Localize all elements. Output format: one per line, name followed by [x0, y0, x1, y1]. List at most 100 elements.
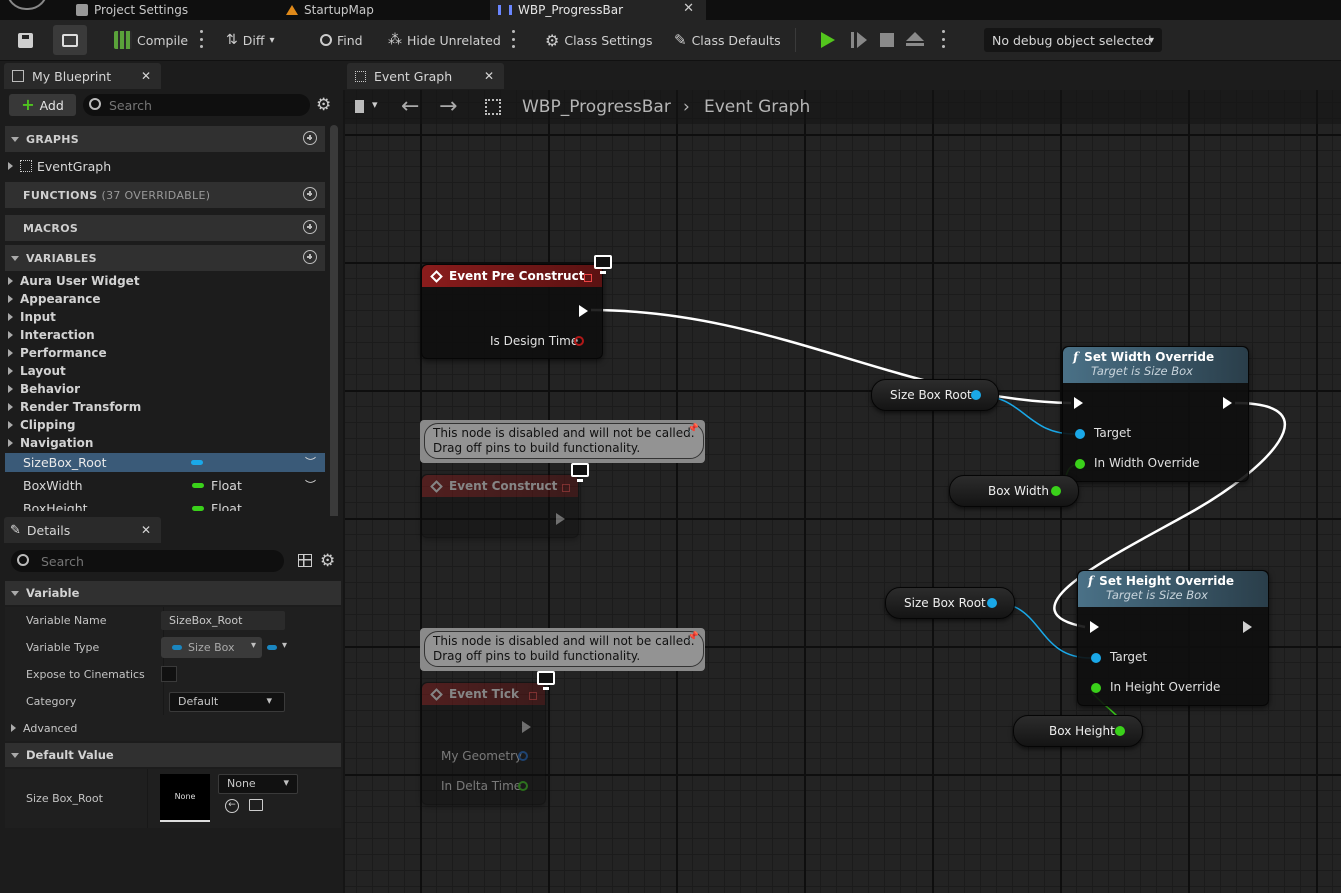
box-height-getter-node[interactable]: Box Height — [1013, 715, 1143, 747]
details-tab[interactable]: ✎ Details ✕ — [4, 517, 161, 543]
blueprint-scrollbar[interactable] — [330, 125, 338, 525]
default-value-section-header[interactable]: Default Value — [5, 743, 341, 767]
event-tick-node[interactable]: Event Tick My Geometry In Delta Time — [421, 682, 546, 805]
bool-pin[interactable] — [574, 336, 584, 346]
tab-startup-map[interactable]: StartupMap — [282, 0, 486, 20]
exec-out-pin[interactable] — [1243, 621, 1252, 633]
debug-object-dropdown[interactable]: No debug object selected ▾ — [984, 28, 1162, 52]
set-height-override-node[interactable]: f Set Height Override Target is Size Box… — [1077, 570, 1269, 706]
add-function-icon[interactable] — [303, 187, 317, 201]
set-width-override-node[interactable]: f Set Width Override Target is Size Box … — [1062, 346, 1249, 482]
close-icon[interactable]: ✕ — [484, 69, 494, 83]
table-view-icon[interactable] — [298, 554, 312, 567]
struct-pin[interactable] — [518, 751, 528, 761]
category-layout[interactable]: Layout — [8, 362, 66, 380]
float-in-pin[interactable] — [1075, 459, 1085, 469]
object-in-pin[interactable] — [1091, 653, 1101, 663]
play-button[interactable] — [821, 32, 835, 48]
exec-out-pin[interactable] — [556, 513, 565, 525]
size-box-root-getter-node[interactable]: Size Box Root — [871, 379, 999, 411]
exec-out-pin[interactable] — [579, 305, 588, 317]
exec-out-pin[interactable] — [1223, 397, 1232, 409]
compile-options-menu[interactable] — [199, 30, 203, 48]
container-type-dropdown[interactable]: ▾ — [265, 637, 297, 658]
unreal-logo-icon[interactable] — [6, 0, 48, 10]
find-button[interactable]: Find — [320, 28, 363, 52]
event-graph-tab[interactable]: Event Graph ✕ — [347, 63, 504, 89]
diff-button[interactable]: ⇅ Diff ▾ — [226, 28, 274, 52]
event-graph-item[interactable]: EventGraph — [8, 157, 111, 175]
class-defaults-button[interactable]: ✎ Class Defaults — [674, 28, 781, 52]
close-icon[interactable]: ✕ — [683, 1, 694, 16]
add-graph-icon[interactable] — [303, 131, 317, 145]
save-button[interactable] — [10, 28, 40, 52]
variable-row-boxwidth[interactable]: BoxWidth Float ︶ — [5, 476, 325, 495]
pin-comment-icon[interactable]: 📌 — [688, 424, 699, 434]
variable-type-dropdown[interactable]: Size Box ▾ — [161, 637, 262, 658]
close-icon[interactable]: ✕ — [141, 523, 151, 537]
use-selected-arrow-icon[interactable]: ← — [225, 799, 239, 813]
tab-wbp-progressbar[interactable]: WBP_ProgressBar ✕ — [490, 0, 706, 20]
compile-button[interactable]: Compile — [114, 28, 188, 52]
hide-unrelated-button[interactable]: ⁂ Hide Unrelated — [388, 28, 501, 52]
add-macro-icon[interactable] — [303, 220, 317, 234]
category-render-transform[interactable]: Render Transform — [8, 398, 141, 416]
asset-picker-dropdown[interactable]: None ▾ — [218, 774, 298, 794]
category-aura-user-widget[interactable]: Aura User Widget — [8, 272, 140, 290]
browse-button[interactable] — [53, 25, 87, 55]
eye-icon[interactable]: ︶ — [305, 477, 316, 493]
browse-asset-icon[interactable] — [249, 799, 263, 811]
play-options-menu[interactable] — [941, 30, 945, 48]
event-construct-node[interactable]: Event Construct — [421, 474, 579, 538]
my-blueprint-tab[interactable]: My Blueprint ✕ — [4, 63, 161, 89]
variables-section-header[interactable]: VARIABLES — [5, 245, 325, 271]
graph-canvas[interactable]: ▾ ← → WBP_ProgressBar › Event Graph Even… — [345, 90, 1341, 893]
object-out-pin[interactable] — [987, 598, 997, 608]
graphs-section-header[interactable]: GRAPHS — [5, 126, 325, 152]
category-performance[interactable]: Performance — [8, 344, 107, 362]
variable-row-boxheight[interactable]: BoxHeight Float — [5, 499, 325, 511]
details-settings-gear-icon[interactable]: ⚙ — [320, 551, 335, 571]
exec-in-pin[interactable] — [1090, 621, 1099, 633]
eye-icon[interactable]: ︶ — [305, 454, 316, 470]
exec-out-pin[interactable] — [522, 721, 531, 733]
hide-unrelated-options-menu[interactable] — [511, 30, 515, 48]
tab-project-settings[interactable]: Project Settings — [70, 0, 276, 20]
variable-name-field[interactable]: SizeBox_Root — [161, 611, 285, 630]
delegate-pin-icon[interactable] — [529, 692, 537, 700]
category-navigation[interactable]: Navigation — [8, 434, 93, 452]
size-box-root-getter-node-2[interactable]: Size Box Root — [885, 587, 1015, 619]
variable-row-sizebox-root[interactable]: SizeBox_Root ︶ — [5, 453, 325, 472]
asset-thumbnail[interactable]: None — [160, 774, 210, 822]
stop-button[interactable] — [880, 33, 894, 47]
float-out-pin[interactable] — [1051, 486, 1061, 496]
category-clipping[interactable]: Clipping — [8, 416, 75, 434]
functions-section-header[interactable]: FUNCTIONS (37 OVERRIDABLE) — [5, 182, 325, 208]
category-appearance[interactable]: Appearance — [8, 290, 101, 308]
category-combo[interactable]: Default ▾ — [169, 692, 285, 712]
box-width-getter-node[interactable]: Box Width — [949, 475, 1079, 507]
delegate-pin-icon[interactable] — [584, 274, 592, 282]
class-settings-button[interactable]: ⚙ Class Settings — [545, 28, 652, 52]
close-icon[interactable]: ✕ — [141, 69, 151, 83]
variable-section-header[interactable]: Variable — [5, 581, 341, 605]
category-input[interactable]: Input — [8, 308, 56, 326]
float-pin[interactable] — [518, 781, 528, 791]
float-in-pin[interactable] — [1091, 683, 1101, 693]
details-search-input[interactable] — [39, 552, 278, 571]
advanced-row[interactable]: Advanced — [5, 715, 341, 741]
blueprint-settings-gear-icon[interactable]: ⚙ — [316, 95, 331, 115]
add-button[interactable]: + Add — [9, 94, 76, 116]
category-interaction[interactable]: Interaction — [8, 326, 95, 344]
disabled-comment-construct[interactable]: This node is disabled and will not be ca… — [420, 420, 705, 463]
blueprint-search-input[interactable] — [107, 96, 301, 115]
add-variable-icon[interactable] — [303, 250, 317, 264]
object-out-pin[interactable] — [971, 390, 981, 400]
pin-comment-icon[interactable]: 📌 — [688, 632, 699, 642]
delegate-pin-icon[interactable] — [562, 484, 570, 492]
macros-section-header[interactable]: MACROS — [5, 215, 325, 241]
disabled-comment-tick[interactable]: This node is disabled and will not be ca… — [420, 628, 705, 671]
exec-in-pin[interactable] — [1074, 397, 1083, 409]
category-behavior[interactable]: Behavior — [8, 380, 80, 398]
expose-cinematics-checkbox[interactable] — [161, 666, 177, 682]
